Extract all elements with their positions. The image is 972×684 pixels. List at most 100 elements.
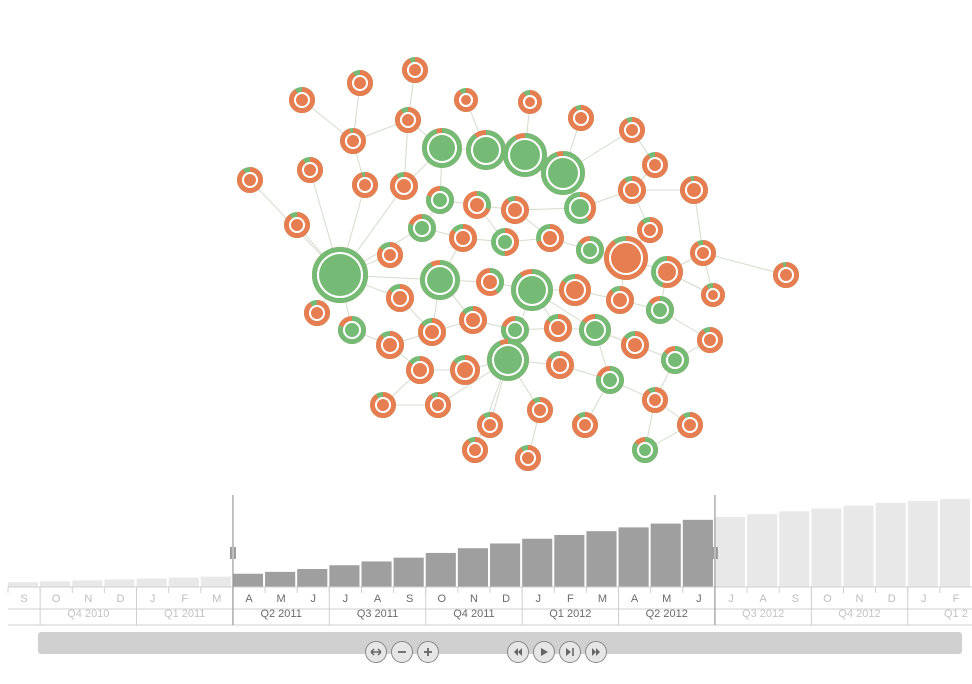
timeline-bar[interactable]: [361, 561, 391, 587]
graph-node[interactable]: [518, 448, 539, 469]
timeline-bar[interactable]: [297, 569, 327, 587]
timeline-bar[interactable]: [940, 499, 970, 587]
graph-node[interactable]: [343, 131, 364, 152]
graph-node[interactable]: [571, 108, 592, 129]
graph-node[interactable]: [462, 309, 485, 332]
timeline-bar[interactable]: [876, 503, 906, 587]
graph-node[interactable]: [466, 194, 489, 217]
timeline-bar[interactable]: [811, 508, 841, 587]
graph-node[interactable]: [425, 131, 460, 166]
graph-node[interactable]: [645, 390, 666, 411]
graph-node[interactable]: [607, 239, 646, 278]
step-forward-button[interactable]: [559, 641, 581, 663]
graph-node[interactable]: [405, 60, 426, 81]
graph-node[interactable]: [292, 90, 313, 111]
graph-node[interactable]: [567, 195, 594, 222]
graph-node[interactable]: [700, 330, 721, 351]
graph-node[interactable]: [640, 220, 661, 241]
timeline-bar[interactable]: [619, 527, 649, 587]
graph-node[interactable]: [609, 289, 632, 312]
graph-node[interactable]: [504, 199, 527, 222]
graph-node[interactable]: [582, 317, 609, 344]
graph-node[interactable]: [654, 259, 681, 286]
timeline-bar[interactable]: [554, 535, 584, 587]
timeline-bar[interactable]: [8, 582, 38, 587]
graph-node[interactable]: [514, 272, 551, 309]
graph-node[interactable]: [645, 155, 666, 176]
timeline-scrollbar[interactable]: [38, 632, 962, 654]
graph-node[interactable]: [350, 73, 371, 94]
timeline-bar[interactable]: [458, 548, 488, 587]
timeline-bar[interactable]: [137, 578, 167, 587]
graph-node[interactable]: [457, 91, 476, 110]
graph-node[interactable]: [355, 175, 376, 196]
graph-node[interactable]: [393, 175, 416, 198]
timeline-bar[interactable]: [490, 543, 520, 587]
graph-node[interactable]: [429, 189, 452, 212]
graph-node[interactable]: [379, 334, 402, 357]
graph-node[interactable]: [680, 415, 701, 436]
graph-node[interactable]: [683, 179, 706, 202]
timeline-bar[interactable]: [747, 514, 777, 587]
timeline-bar[interactable]: [522, 539, 552, 587]
timeline-bar[interactable]: [651, 524, 681, 587]
graph-node[interactable]: [599, 369, 622, 392]
graph-node[interactable]: [664, 349, 687, 372]
graph-node[interactable]: [490, 342, 527, 379]
graph-node[interactable]: [649, 299, 672, 322]
graph-node[interactable]: [539, 227, 562, 250]
graph-node[interactable]: [635, 440, 656, 461]
graph-node[interactable]: [300, 160, 321, 181]
graph-node[interactable]: [776, 265, 797, 286]
graph-node[interactable]: [315, 250, 366, 301]
graph-node[interactable]: [409, 359, 432, 382]
graph-node[interactable]: [452, 227, 475, 250]
timeline-bar[interactable]: [843, 506, 873, 587]
timeline-bar[interactable]: [329, 565, 359, 587]
graph-node[interactable]: [622, 120, 643, 141]
graph-node[interactable]: [494, 231, 517, 254]
graph-node[interactable]: [530, 400, 551, 421]
graph-node[interactable]: [704, 286, 723, 305]
timeline-bar[interactable]: [683, 520, 713, 587]
timeline-bar[interactable]: [265, 572, 295, 587]
timeline-bar[interactable]: [715, 517, 745, 587]
graph-node[interactable]: [480, 415, 501, 436]
graph-node[interactable]: [389, 287, 412, 310]
timeline-bar[interactable]: [201, 577, 231, 587]
graph-node[interactable]: [341, 319, 364, 342]
timeline-bar[interactable]: [394, 558, 424, 587]
timeline[interactable]: SOQ4 2010NDJQ1 2011FMAQ2 2011MJJQ3 2011A…: [0, 489, 972, 669]
timeline-bar[interactable]: [779, 511, 809, 587]
graph-node[interactable]: [411, 217, 434, 240]
timeline-bar[interactable]: [169, 578, 199, 587]
graph-node[interactable]: [423, 263, 458, 298]
graph-node[interactable]: [479, 271, 502, 294]
graph-node[interactable]: [547, 317, 570, 340]
graph-node[interactable]: [307, 303, 328, 324]
graph-node[interactable]: [624, 334, 647, 357]
graph-node[interactable]: [562, 277, 589, 304]
skip-forward-button[interactable]: [585, 641, 607, 663]
graph-node[interactable]: [398, 110, 419, 131]
zoom-out-button[interactable]: [391, 641, 413, 663]
graph-node[interactable]: [469, 133, 504, 168]
timeline-bar[interactable]: [908, 501, 938, 587]
fit-extent-button[interactable]: [365, 641, 387, 663]
zoom-in-button[interactable]: [417, 641, 439, 663]
timeline-bar[interactable]: [233, 574, 263, 587]
graph-node[interactable]: [544, 154, 583, 193]
graph-node[interactable]: [506, 136, 545, 175]
graph-node[interactable]: [504, 319, 527, 342]
timeline-bar[interactable]: [72, 580, 102, 587]
play-button[interactable]: [533, 641, 555, 663]
graph-node[interactable]: [521, 93, 540, 112]
timeline-bar[interactable]: [40, 581, 70, 587]
graph-node[interactable]: [549, 354, 572, 377]
graph-node[interactable]: [693, 243, 714, 264]
graph-node[interactable]: [380, 245, 401, 266]
skip-back-button[interactable]: [507, 641, 529, 663]
graph-node[interactable]: [373, 395, 394, 416]
timeline-bar[interactable]: [586, 531, 616, 587]
graph-node[interactable]: [240, 170, 261, 191]
